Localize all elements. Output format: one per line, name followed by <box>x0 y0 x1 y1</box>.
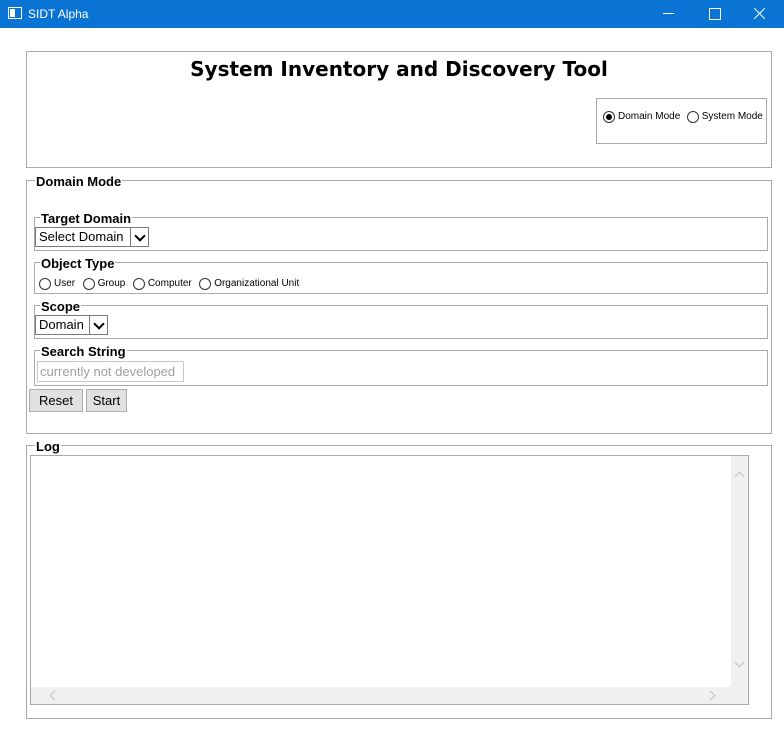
target-domain-legend: Target Domain <box>40 211 133 226</box>
system-mode-label[interactable]: System Mode <box>702 111 763 123</box>
header-panel: System Inventory and Discovery Tool Doma… <box>26 51 772 168</box>
chevron-left-icon[interactable] <box>49 690 60 701</box>
object-type-user-radio[interactable]: User <box>39 275 75 292</box>
user-radio-icon[interactable] <box>39 277 51 290</box>
scope-legend: Scope <box>40 299 82 314</box>
object-type-legend: Object Type <box>40 256 116 271</box>
object-type-ou-radio[interactable]: Organizational Unit <box>199 275 299 292</box>
computer-label[interactable]: Computer <box>148 278 192 290</box>
page-title: System Inventory and Discovery Tool <box>190 57 608 81</box>
maximize-icon[interactable] <box>691 0 736 28</box>
reset-button[interactable]: Reset <box>29 389 83 412</box>
ou-radio-icon[interactable] <box>199 277 212 290</box>
chevron-right-icon[interactable] <box>705 690 716 701</box>
object-type-computer-radio[interactable]: Computer <box>132 275 192 292</box>
group-label[interactable]: Group <box>98 278 126 290</box>
horizontal-scrollbar[interactable] <box>31 687 731 704</box>
domain-mode-radio[interactable]: Domain Mode <box>603 108 685 125</box>
system-mode-radio-icon[interactable] <box>686 110 699 123</box>
chevron-down-icon[interactable] <box>89 316 107 334</box>
computer-radio-icon[interactable] <box>132 277 145 290</box>
target-domain-group: Target Domain Select Domain <box>34 211 768 251</box>
system-mode-radio[interactable]: System Mode <box>686 108 763 125</box>
chevron-up-icon[interactable] <box>734 471 745 482</box>
domain-mode-legend: Domain Mode <box>35 174 123 189</box>
search-string-legend: Search String <box>40 344 127 359</box>
target-domain-select[interactable]: Select Domain <box>35 227 149 247</box>
minimize-icon[interactable] <box>646 0 691 28</box>
vertical-scrollbar[interactable] <box>731 456 748 687</box>
log-panel: Log <box>26 439 772 719</box>
object-type-group: Object Type User Group Computer Organiza… <box>34 256 768 294</box>
scope-group: Scope Domain <box>34 299 768 339</box>
search-string-group: Search String <box>34 344 768 386</box>
user-label[interactable]: User <box>54 278 75 290</box>
group-radio-icon[interactable] <box>82 277 95 290</box>
scope-selected: Domain <box>39 317 84 332</box>
window-title: SIDT Alpha <box>28 7 89 21</box>
close-icon[interactable] <box>737 0 782 28</box>
chevron-down-icon[interactable] <box>130 228 148 246</box>
start-button[interactable]: Start <box>86 389 127 412</box>
scope-select[interactable]: Domain <box>35 315 108 335</box>
domain-mode-label[interactable]: Domain Mode <box>618 111 680 123</box>
window-app-icon <box>8 7 22 19</box>
scrollbar-corner <box>731 687 748 704</box>
mode-selector: Domain Mode System Mode <box>596 98 767 144</box>
log-legend: Log <box>35 439 61 454</box>
domain-mode-radio-icon[interactable] <box>603 110 615 123</box>
target-domain-selected: Select Domain <box>39 229 124 244</box>
chevron-down-icon[interactable] <box>734 657 745 668</box>
search-string-input[interactable] <box>37 361 184 382</box>
log-textarea[interactable] <box>30 455 749 705</box>
ou-label[interactable]: Organizational Unit <box>214 278 299 290</box>
window-titlebar: SIDT Alpha <box>0 0 784 28</box>
domain-mode-panel: Domain Mode Target Domain Select Domain … <box>26 174 772 434</box>
object-type-group-radio[interactable]: Group <box>82 275 126 292</box>
